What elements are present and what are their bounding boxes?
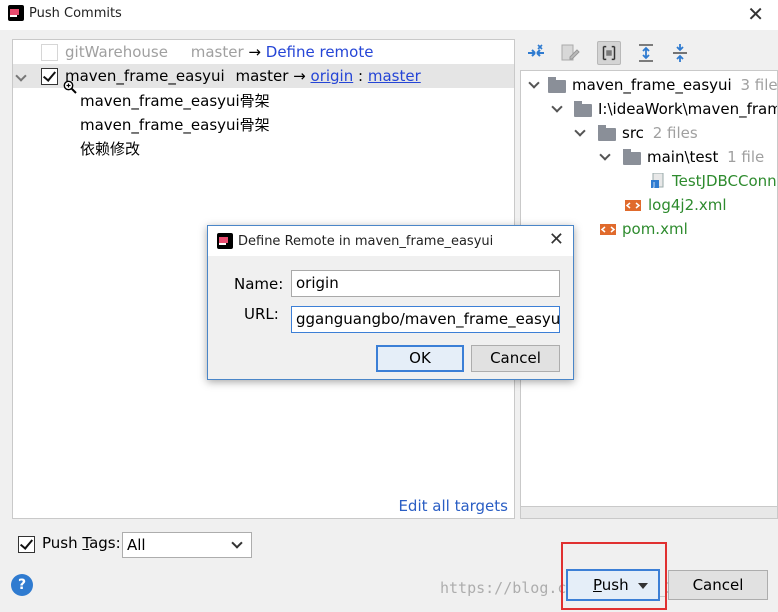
push-tags-checkbox[interactable] [18,536,35,553]
window-close-button[interactable]: ✕ [747,2,764,26]
folder-icon [598,125,616,141]
chevron-down-icon[interactable] [574,125,586,137]
ok-button[interactable]: OK [376,345,464,372]
expand-all-icon[interactable] [634,41,658,65]
name-label: Name: [234,275,284,293]
remote-branch-link[interactable]: master [368,67,421,85]
push-mnemonic: P [593,576,602,594]
expand-arrows-icon[interactable] [524,41,548,65]
cancel-button[interactable]: Cancel [668,570,768,600]
branch-name: master [235,67,289,85]
repo-row-gitwarehouse[interactable]: gitWarehouse master → Define remote [13,40,514,64]
tree-node-pom-xml[interactable]: pom.xml [622,217,688,241]
commit-item[interactable]: maven_frame_easyui骨架 [80,90,270,111]
tree-node-root[interactable]: maven_frame_easyui 3 files [572,73,778,97]
push-button[interactable]: Push [566,569,660,601]
module-folder-icon [548,77,566,93]
edit-all-targets-link[interactable]: Edit all targets [398,497,508,515]
file-count: 3 files [740,76,778,94]
push-label: ush [601,576,629,594]
xml-file-icon [600,224,616,235]
tree-node-label: src [622,124,644,142]
window-titlebar: Push Commits ✕ [0,0,778,30]
repo-checkbox-maven-frame-easyui[interactable] [41,68,58,85]
repo-name: maven_frame_easyui [65,67,225,85]
tree-node-main-test[interactable]: main\test 1 file [647,145,764,169]
dialog-title: Define Remote in maven_frame_easyui [238,234,494,249]
help-icon[interactable]: ? [11,574,33,596]
chevron-down-icon [231,537,243,549]
group-by-directory-button[interactable] [597,41,621,65]
dialog-titlebar: Define Remote in maven_frame_easyui ✕ [208,226,573,256]
arrow-icon: → [293,67,306,85]
push-tags-selected: All [127,536,146,554]
group-by-icon [602,45,616,61]
collapse-all-icon[interactable] [668,41,692,65]
branch-name: master [190,43,244,61]
push-tags-select[interactable]: All [122,532,252,558]
repo-row-maven-frame-easyui[interactable]: maven_frame_easyui master → origin : mas… [13,64,514,88]
file-count: 1 file [727,148,765,166]
commit-item[interactable]: maven_frame_easyui骨架 [80,114,270,135]
repo-name: gitWarehouse [65,43,168,61]
dialog-cancel-button[interactable]: Cancel [471,345,560,372]
intellij-app-icon [8,5,24,21]
dropdown-arrow-icon[interactable] [638,583,648,589]
push-tags-label: Push Tags: [42,534,121,552]
edit-source-icon[interactable] [558,41,582,65]
tree-node-java-file[interactable]: TestJDBCConn [672,169,777,193]
remote-link[interactable]: origin [311,67,354,85]
chevron-down-icon[interactable] [528,77,540,89]
magnify-cursor-icon [63,80,77,94]
push-tags-label-part: Push [42,534,83,552]
intellij-app-icon [217,233,233,249]
define-remote-dialog: Define Remote in maven_frame_easyui ✕ Na… [207,225,574,380]
tree-node-log4j2-xml[interactable]: log4j2.xml [648,193,727,217]
tree-node-label: maven_frame_easyui [572,76,732,94]
chevron-down-icon[interactable] [15,70,27,82]
repo-checkbox-gitwarehouse[interactable] [41,44,58,61]
arrow-icon: → [248,43,261,61]
folder-icon [623,149,641,165]
window-title: Push Commits [29,6,122,21]
tree-node-src[interactable]: src 2 files [622,121,698,145]
chevron-down-icon[interactable] [599,149,611,161]
tree-node-path[interactable]: I:\ideaWork\maven_frame [598,97,777,121]
url-label: URL: [244,305,279,323]
dialog-close-button[interactable]: ✕ [549,229,564,251]
tree-node-label: main\test [647,148,719,166]
define-remote-link[interactable]: Define remote [266,43,374,61]
remote-separator: : [358,67,364,85]
remote-name-field[interactable]: origin [291,270,560,297]
file-count: 2 files [652,124,698,142]
java-file-icon: J [651,173,664,189]
horizontal-scrollbar[interactable] [520,506,778,519]
folder-icon [574,101,592,117]
chevron-down-icon[interactable] [551,101,563,113]
svg-text:J: J [652,181,655,189]
push-tags-label-part: ags: [89,534,121,552]
remote-url-field[interactable]: gganguangbo/maven_frame_easyui.git [291,306,560,333]
xml-file-icon [625,200,641,211]
commit-item[interactable]: 依赖修改 [80,138,140,159]
files-toolbar [520,39,778,69]
